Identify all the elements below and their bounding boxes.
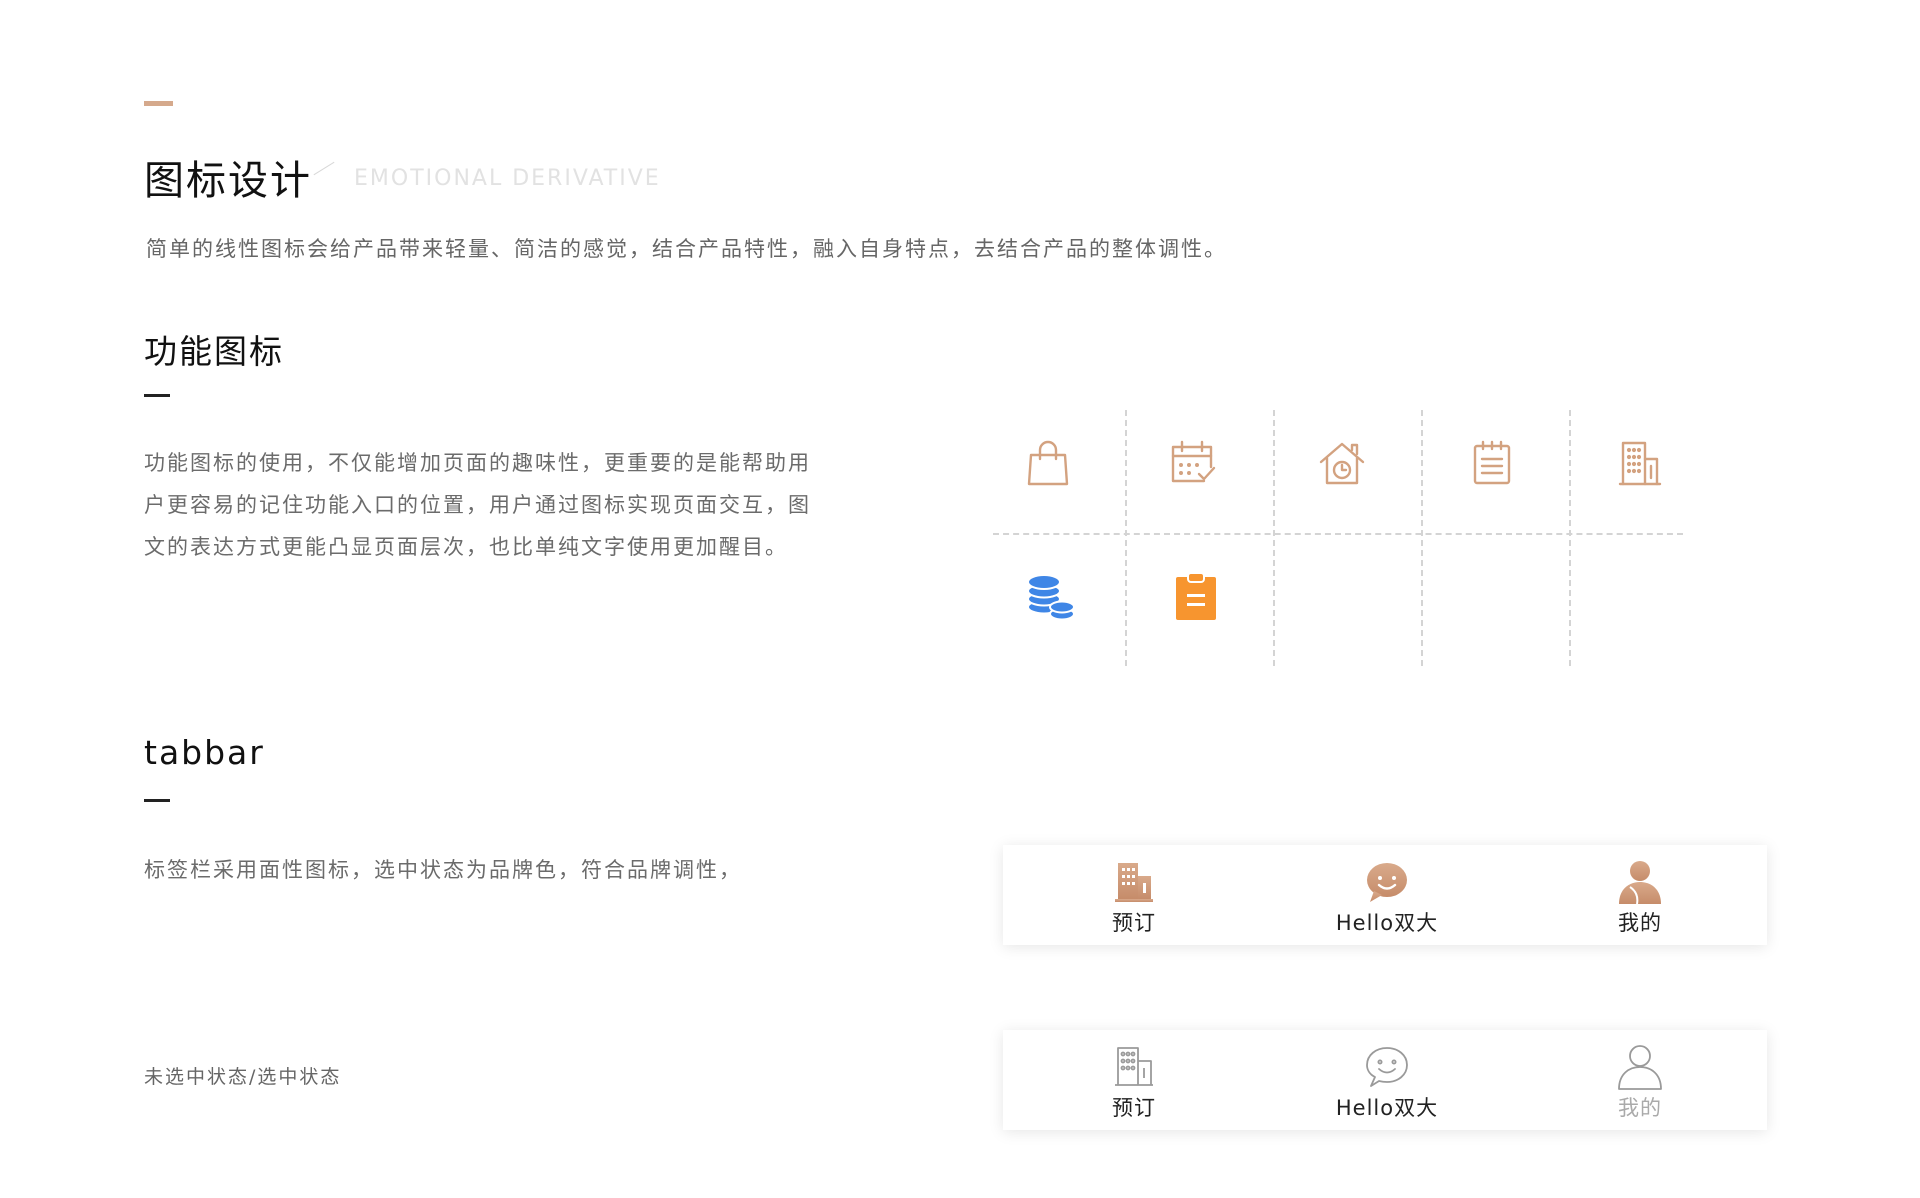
- grid-divider: [1569, 410, 1571, 666]
- tab-label: 预订: [1112, 1096, 1156, 1120]
- tab-booking[interactable]: 预订: [1034, 1030, 1234, 1130]
- page-title: 图标设计: [144, 158, 312, 204]
- tab-profile[interactable]: 我的: [1540, 1030, 1740, 1130]
- calendar-check-icon: [1166, 437, 1218, 489]
- home-clock-icon: [1316, 437, 1368, 489]
- tab-label: 我的: [1618, 911, 1662, 935]
- tab-hello[interactable]: Hello双大: [1287, 1030, 1487, 1130]
- tabbar-description: 标签栏采用面性图标，选中状态为品牌色，符合品牌调性，: [144, 858, 742, 882]
- user-icon: [1617, 1044, 1663, 1090]
- notepad-icon: [1466, 437, 1518, 489]
- clipboard-icon: [1170, 570, 1222, 622]
- smile-chat-icon: [1364, 1044, 1410, 1090]
- paragraph-line: 功能图标的使用，不仅能增加页面的趣味性，更重要的是能帮助用: [144, 451, 811, 475]
- building-icon: [1111, 859, 1157, 905]
- page-subtitle: EMOTIONAL DERIVATIVE: [354, 166, 661, 191]
- user-icon: [1617, 859, 1663, 905]
- paragraph-line: 文的表达方式更能凸显页面层次，也比单纯文字使用更加醒目。: [144, 535, 788, 559]
- building-icon: [1111, 1044, 1157, 1090]
- tab-hello[interactable]: Hello双大: [1287, 845, 1487, 945]
- tab-label: 预订: [1112, 911, 1156, 935]
- tab-label: 我的: [1618, 1096, 1662, 1120]
- smile-chat-icon: [1364, 859, 1410, 905]
- title-divider: [313, 161, 335, 176]
- grid-divider: [993, 533, 1683, 535]
- tab-label: Hello双大: [1335, 1096, 1439, 1120]
- tabbar-selected: 预订 Hello双大 我的: [1003, 845, 1767, 945]
- function-icons-paragraph: 功能图标的使用，不仅能增加页面的趣味性，更重要的是能帮助用 户更容易的记住功能入…: [144, 442, 811, 568]
- tabbar-unselected: 预订 Hello双大 我的: [1003, 1030, 1767, 1130]
- intro-text: 简单的线性图标会给产品带来轻量、简洁的感觉，结合产品特性，融入自身特点，去结合产…: [146, 237, 1227, 261]
- section-dash: [144, 799, 170, 802]
- tabbar-title: tabbar: [144, 733, 265, 772]
- paragraph-line: 户更容易的记住功能入口的位置，用户通过图标实现页面交互，图: [144, 493, 811, 517]
- accent-bar: [144, 101, 173, 106]
- state-note: 未选中状态/选中状态: [144, 1066, 342, 1088]
- building-icon: [1614, 437, 1666, 489]
- grid-divider: [1421, 410, 1423, 666]
- shopping-bag-icon: [1022, 437, 1074, 489]
- coins-stack-icon: [1024, 570, 1076, 622]
- section-dash: [144, 394, 170, 397]
- tab-booking[interactable]: 预订: [1034, 845, 1234, 945]
- grid-divider: [1273, 410, 1275, 666]
- grid-divider: [1125, 410, 1127, 666]
- tab-profile[interactable]: 我的: [1540, 845, 1740, 945]
- tab-label: Hello双大: [1335, 911, 1439, 935]
- function-icons-title: 功能图标: [144, 332, 284, 371]
